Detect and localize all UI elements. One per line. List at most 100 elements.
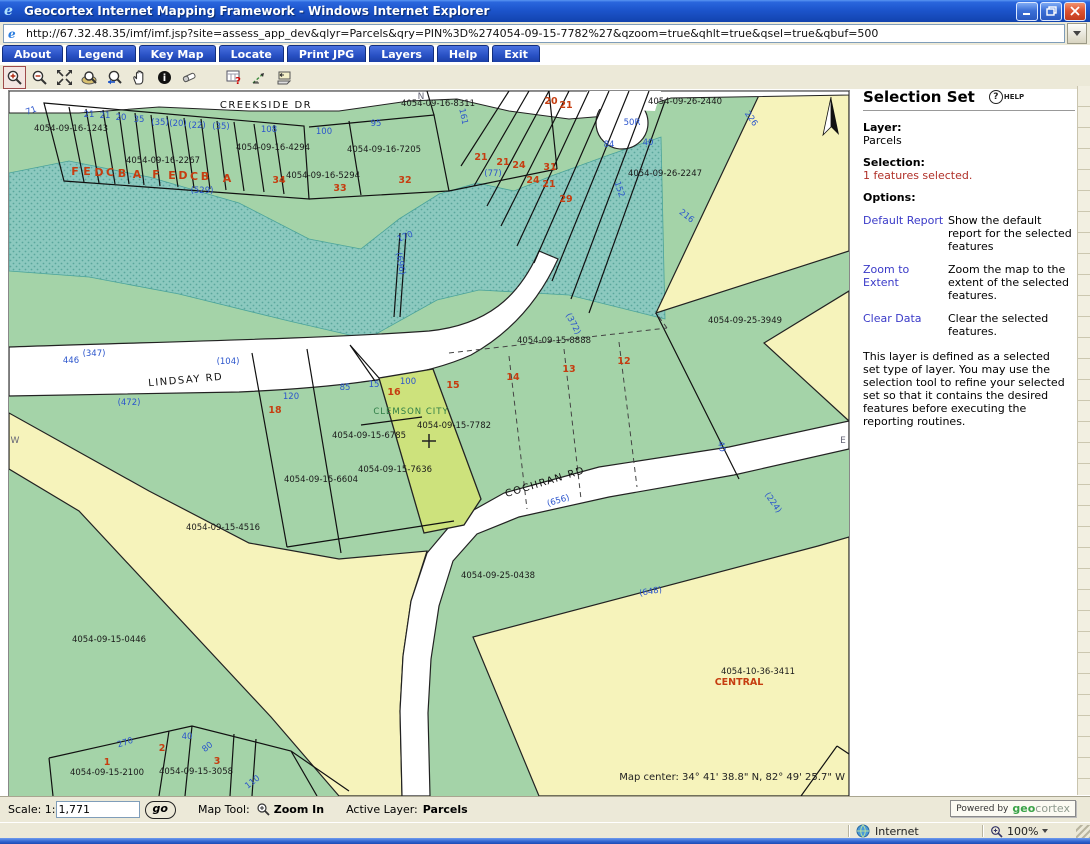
go-button[interactable]: go	[145, 801, 176, 819]
map-label: 4054-09-16-1243	[34, 124, 108, 134]
map-label: (347)	[83, 349, 106, 359]
help-icon: ?	[989, 90, 1003, 104]
map-label: (20)	[169, 119, 186, 129]
scale-label: Scale: 1:	[8, 803, 56, 816]
zoom-to-extent-link[interactable]: Zoom to Extent	[863, 263, 948, 302]
option-row: Default Report Show the default report f…	[863, 214, 1075, 253]
map-label: 120	[283, 392, 299, 402]
map-label: A	[133, 168, 142, 181]
default-report-link[interactable]: Default Report	[863, 214, 948, 253]
clear-data-desc: Clear the selected features.	[948, 312, 1075, 338]
map-label: D	[94, 166, 103, 179]
panel-note: This layer is defined as a selected set …	[863, 350, 1068, 428]
layer-label: Layer:	[863, 121, 1075, 134]
measure-icon	[251, 69, 268, 86]
map-tool-value: Zoom In	[274, 803, 324, 816]
map-label: 12	[617, 356, 630, 367]
map-label: 24	[512, 160, 526, 171]
tool-zoom-to-selected-button[interactable]	[78, 66, 101, 89]
map-label: CREEKSIDE DR	[220, 100, 312, 111]
tool-zoom-out-button[interactable]	[28, 66, 51, 89]
option-row: Zoom to Extent Zoom the map to the exten…	[863, 263, 1075, 302]
map-label: 20	[116, 113, 127, 123]
address-url: http://67.32.48.35/imf/imf.jsp?site=asse…	[26, 27, 878, 40]
tab-print-jpg[interactable]: Print JPG	[287, 45, 366, 62]
map-label: 84	[604, 140, 615, 150]
map-viewport[interactable]: CREEKSIDE DRLINDSAY RDCOCHRAN RD4054-09-…	[8, 90, 850, 797]
map-label: (22)	[188, 121, 205, 131]
map-label: F	[152, 168, 160, 181]
tab-exit[interactable]: Exit	[492, 45, 540, 62]
map-label: 29	[559, 194, 572, 205]
tab-key-map[interactable]: Key Map	[139, 45, 216, 62]
map-label: 4054-09-15-2100	[70, 768, 144, 778]
map-label: 446	[63, 356, 79, 366]
powered-by-badge[interactable]: Powered by geocortex	[950, 800, 1076, 817]
map-label: 4054-09-25-3949	[708, 316, 782, 326]
map-label: 24	[526, 175, 540, 186]
page-icon: e	[8, 27, 22, 41]
tool-clear-selection-button[interactable]	[178, 66, 201, 89]
map-canvas[interactable]: CREEKSIDE DRLINDSAY RDCOCHRAN RD4054-09-…	[9, 91, 849, 796]
tab-help[interactable]: Help	[437, 45, 489, 62]
map-label: 21	[84, 110, 95, 120]
minimize-button[interactable]	[1016, 2, 1038, 21]
chevron-down-icon	[1073, 31, 1081, 36]
map-label: 4054-09-25-0438	[461, 571, 535, 581]
tool-zoom-previous-button[interactable]	[103, 66, 126, 89]
map-label: E	[168, 169, 176, 182]
help-link[interactable]: ? HELP	[989, 90, 1024, 104]
restore-button[interactable]	[1040, 2, 1062, 21]
tab-locate[interactable]: Locate	[219, 45, 284, 62]
status-zone: Internet	[875, 825, 919, 838]
scale-input[interactable]	[56, 801, 140, 818]
powered-by-label: Powered by	[956, 804, 1008, 814]
svg-text:?: ?	[235, 76, 241, 86]
eraser-icon	[181, 69, 198, 86]
address-dropdown-button[interactable]	[1067, 23, 1087, 44]
tool-zoom-in-button[interactable]	[3, 66, 26, 89]
map-label: 4054-09-15-4516	[186, 523, 260, 533]
status-zoom-icon	[990, 825, 1003, 838]
pan-hand-icon	[131, 69, 148, 86]
window-bottom-border	[0, 838, 1090, 844]
tab-layers[interactable]: Layers	[369, 45, 434, 62]
full-extent-icon	[56, 69, 73, 86]
map-label: (529)	[191, 186, 214, 196]
clear-data-link[interactable]: Clear Data	[863, 312, 948, 338]
map-label: 21	[100, 111, 111, 121]
map-label: B	[118, 167, 126, 180]
resize-grip[interactable]	[1076, 825, 1090, 838]
tool-pan-button[interactable]	[128, 66, 151, 89]
map-label: 40	[643, 138, 654, 148]
map-label: 14	[506, 372, 520, 383]
tool-report-button[interactable]: ?	[223, 66, 246, 89]
map-label: W	[11, 436, 20, 446]
tool-identify-button[interactable]: i	[153, 66, 176, 89]
map-label: 21	[559, 100, 572, 111]
map-label: 4054-09-26-2247	[628, 169, 702, 179]
map-label: 4054-09-15-8888	[517, 336, 591, 346]
map-label: (35)	[151, 118, 168, 128]
tool-measure-button[interactable]	[248, 66, 271, 89]
map-label: (104)	[217, 357, 240, 367]
map-label: N	[418, 92, 425, 102]
zoom-in-icon	[6, 69, 23, 86]
zoom-control[interactable]: 100%	[990, 825, 1070, 838]
tool-print-scale-button[interactable]	[273, 66, 296, 89]
right-scroll-strip[interactable]	[1077, 86, 1090, 795]
map-label: 85	[340, 383, 351, 393]
tool-zoom-full-extent-button[interactable]	[53, 66, 76, 89]
close-button[interactable]	[1064, 2, 1086, 21]
window-title: Geocortex Internet Mapping Framework - W…	[24, 4, 489, 18]
tab-legend[interactable]: Legend	[66, 45, 136, 62]
address-input[interactable]: e http://67.32.48.35/imf/imf.jsp?site=as…	[3, 24, 1065, 43]
brand-geo: geo	[1012, 802, 1035, 815]
map-label: C	[190, 170, 198, 183]
brand-cortex: cortex	[1035, 802, 1070, 815]
map-label: 2	[159, 743, 166, 754]
address-bar: e http://67.32.48.35/imf/imf.jsp?site=as…	[0, 22, 1090, 46]
map-label: F	[71, 165, 79, 178]
map-label: 95	[371, 119, 382, 129]
tab-about[interactable]: About	[2, 45, 63, 62]
